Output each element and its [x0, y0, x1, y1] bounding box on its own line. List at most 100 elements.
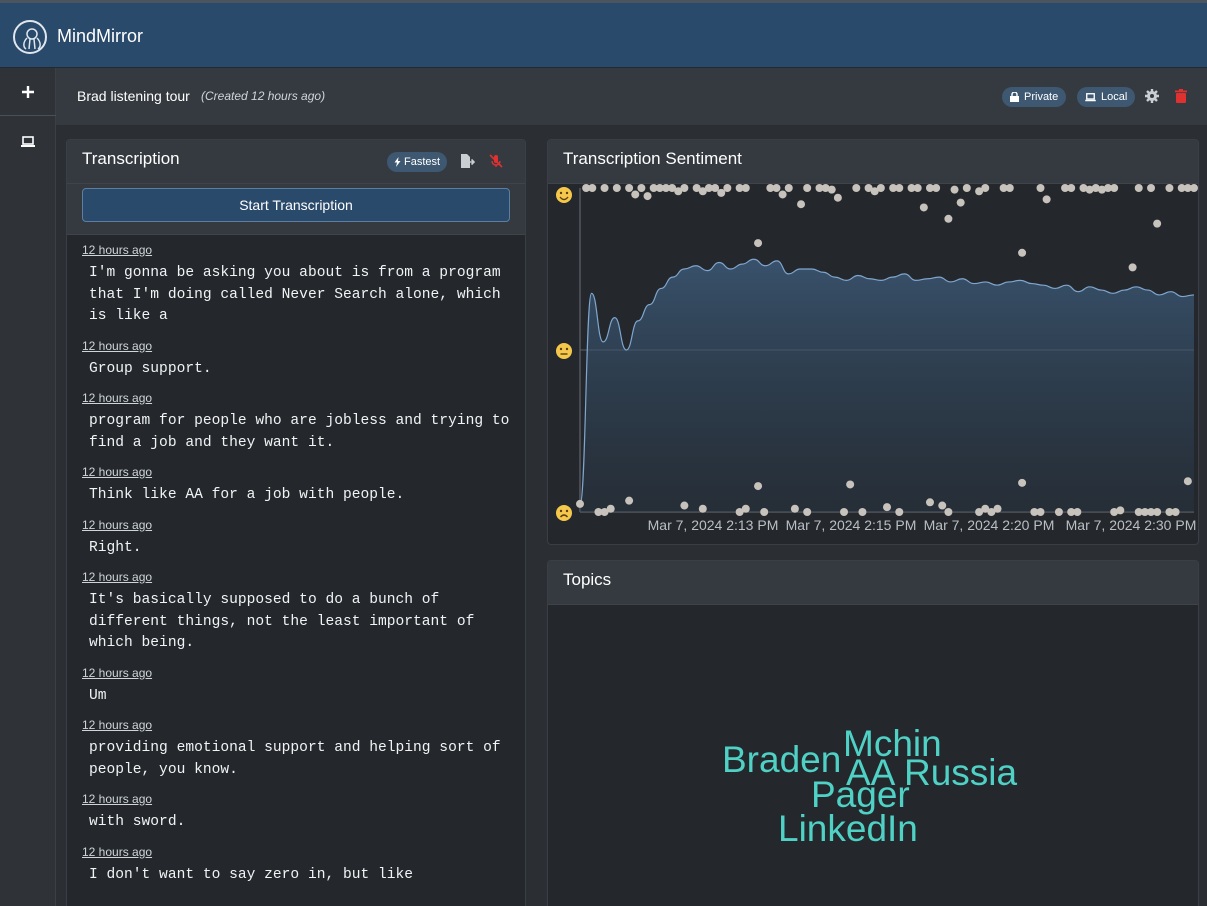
sentiment-point [625, 496, 634, 505]
entry-timestamp[interactable]: 12 hours ago [82, 711, 511, 732]
sentiment-point [754, 239, 763, 248]
sentiment-point [950, 185, 959, 194]
lightning-icon [394, 157, 401, 167]
entry-text: Right. [89, 539, 142, 556]
entry-text: I'm gonna be asking you about is from a … [89, 265, 510, 324]
trash-icon[interactable] [1173, 88, 1189, 104]
sentiment-point [852, 184, 861, 192]
sentiment-header: Transcription Sentiment [548, 140, 1198, 184]
start-transcription-button[interactable]: Start Transcription [82, 188, 510, 222]
topics-header: Topics [548, 561, 1198, 605]
session-name[interactable]: Brad listening tour [77, 88, 190, 104]
sentiment-point [962, 184, 971, 192]
entry-timestamp[interactable]: 12 hours ago [82, 838, 511, 859]
microphone-muted-icon[interactable] [488, 153, 504, 169]
transcript-entry: 12 hours ago Right. [67, 511, 525, 564]
sentiment-point [1073, 508, 1082, 516]
privacy-badge[interactable]: Private [1002, 87, 1067, 107]
entry-text: Group support. [89, 360, 212, 377]
x-tick-label: Mar 7, 2024 2:15 PM [786, 517, 917, 533]
entry-timestamp[interactable]: 12 hours ago [82, 659, 511, 680]
entry-text: It's basically supposed to do a bunch of… [89, 592, 484, 651]
file-export-icon[interactable] [459, 153, 475, 169]
sentiment-point [833, 193, 842, 202]
entry-timestamp[interactable]: 12 hours ago [82, 236, 511, 257]
entry-timestamp[interactable]: 12 hours ago [82, 332, 511, 353]
transcript-list: 12 hours ago I'm gonna be asking you abou… [67, 236, 525, 890]
sentiment-point [1171, 508, 1180, 516]
session-created: (Created 12 hours ago) [201, 89, 326, 103]
sentiment-point [1005, 184, 1014, 192]
x-tick-label: Mar 7, 2024 2:30 PM [1066, 517, 1197, 533]
transcription-header: Transcription Fastest [67, 140, 525, 184]
sentiment-point [1110, 184, 1119, 192]
sentiment-point [1018, 478, 1027, 487]
transcript-entry: 12 hours ago Um [67, 659, 525, 712]
plus-icon [22, 85, 34, 98]
transcript-entry: 12 hours ago I'm gonna be asking you abou… [67, 236, 525, 332]
sentiment-point [600, 184, 609, 192]
entry-timestamp[interactable]: 12 hours ago [82, 511, 511, 532]
left-rail [0, 68, 56, 906]
sentiment-point [1018, 248, 1027, 257]
sentiment-point [754, 482, 763, 491]
sentiment-point [778, 190, 787, 199]
sentiment-point [895, 508, 904, 516]
sentiment-point [1190, 184, 1198, 192]
new-session-button[interactable] [0, 68, 56, 116]
sentiment-point [698, 504, 707, 513]
sentiment-point [1116, 506, 1125, 515]
sentiment-point [1153, 508, 1162, 516]
sentiment-point [803, 508, 812, 516]
sentiment-point [876, 184, 885, 192]
sentiment-point [895, 184, 904, 192]
entry-text: Um [89, 687, 107, 704]
sad-face-icon [556, 505, 572, 521]
entry-timestamp[interactable]: 12 hours ago [82, 563, 511, 584]
sentiment-point [1054, 508, 1063, 516]
sentiment-point [1036, 184, 1045, 192]
session-header: Brad listening tour (Created 12 hours ag… [56, 68, 1207, 125]
topic-word[interactable]: Braden [722, 741, 841, 778]
entry-timestamp[interactable]: 12 hours ago [82, 384, 511, 405]
sentiment-point [576, 499, 584, 508]
transcript-entry: 12 hours ago I don't want to say zero in,… [67, 838, 525, 891]
sentiment-chart[interactable]: Mar 7, 2024 2:13 PM Mar 7, 2024 2:15 PM Ma… [548, 184, 1199, 545]
sentiment-point [741, 184, 750, 192]
sentiment-point [1036, 508, 1045, 516]
transcription-controls: Start Transcription [67, 184, 525, 235]
entry-text: providing emotional support and helping … [89, 740, 510, 778]
sentiment-point [790, 504, 799, 513]
transcript-entry: 12 hours ago Group support. [67, 332, 525, 385]
sentiment-point [1067, 184, 1076, 192]
entry-timestamp[interactable]: 12 hours ago [82, 785, 511, 806]
entry-text: I don't want to say zero in, but like [89, 866, 414, 883]
sentiment-point [625, 184, 634, 192]
local-sessions-button[interactable] [0, 118, 56, 166]
sentiment-title: Transcription Sentiment [563, 149, 742, 168]
entry-text: program for people who are jobless and t… [89, 413, 519, 451]
neutral-face-icon [556, 343, 572, 359]
entry-text: Think like AA for a job with people. [89, 487, 405, 503]
entry-timestamp[interactable]: 12 hours ago [82, 458, 511, 479]
sentiment-point [680, 501, 689, 510]
sentiment-point [1042, 195, 1051, 204]
sentiment-point [797, 200, 806, 209]
gear-icon[interactable] [1144, 88, 1160, 104]
sentiment-point [981, 184, 990, 192]
privacy-label: Private [1024, 91, 1059, 103]
speed-badge[interactable]: Fastest [387, 152, 448, 172]
app-title: MindMirror [57, 26, 144, 46]
sentiment-point [612, 184, 621, 192]
sentiment-point [956, 198, 965, 207]
laptop-icon [1085, 92, 1096, 101]
sentiment-point [919, 203, 928, 212]
storage-badge[interactable]: Local [1077, 87, 1136, 107]
sentiment-point [723, 184, 732, 192]
x-tick-label: Mar 7, 2024 2:13 PM [648, 517, 779, 533]
topic-word[interactable]: LinkedIn [778, 810, 918, 847]
brain-logo-icon [13, 20, 47, 54]
sentiment-point [883, 503, 891, 512]
topic-word[interactable]: Russia [904, 754, 1017, 791]
topics-title: Topics [563, 570, 612, 589]
